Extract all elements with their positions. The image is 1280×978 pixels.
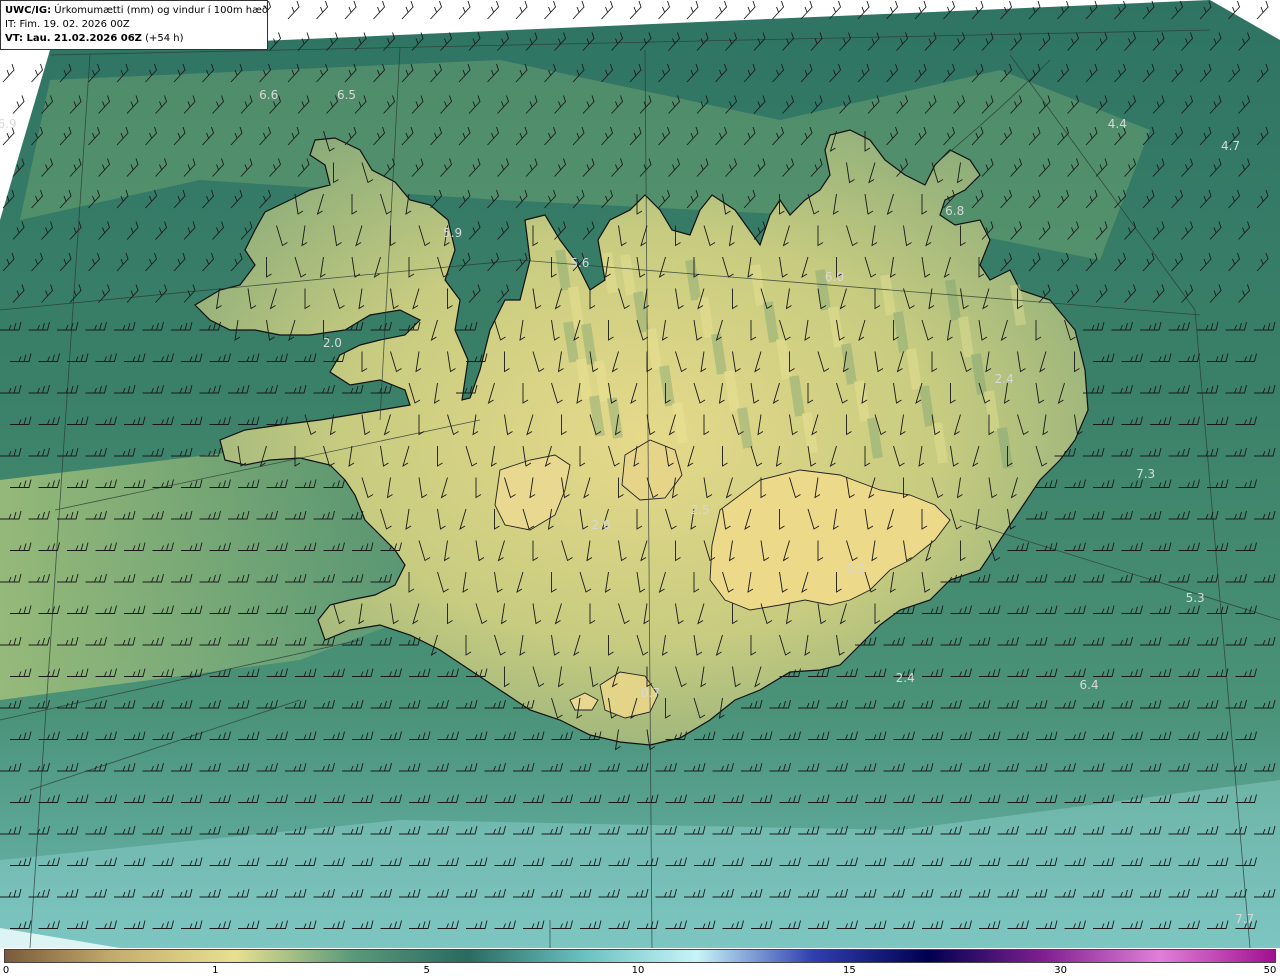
terrain-streak [984, 390, 1000, 432]
terrain-streak [646, 328, 662, 370]
terrain-streak [1010, 284, 1026, 326]
terrain-streak [763, 301, 779, 343]
terrain-streak [594, 360, 610, 402]
terrain-streak [932, 422, 948, 464]
terrain-streak [893, 311, 909, 353]
value-label: 0.5 [846, 561, 866, 576]
info-prefix: UWC/IG: [5, 5, 52, 16]
value-label: 6.8 [945, 204, 965, 219]
info-valid-time: VT: Lau. 21.02.2026 06Z [5, 33, 142, 44]
colorbar-tick-label: 10 [631, 965, 645, 976]
terrain-streak [945, 279, 961, 321]
terrain-streak [828, 306, 844, 348]
value-label: 6.4 [1079, 678, 1099, 693]
terrain-streak [576, 358, 592, 400]
map-area[interactable]: 6.9 6.6 6.5 5.9 5.6 6.0 6.8 4.4 4.7 2.4 7.3 5.3 6.4 2… [0, 0, 1280, 948]
value-label: 2.5 [690, 503, 710, 518]
terrain-streak [750, 264, 766, 306]
value-label: 2.4 [895, 671, 915, 686]
value-label: 2.0 [322, 335, 342, 350]
terrain-streak [607, 397, 623, 439]
map-canvas[interactable] [0, 0, 1280, 948]
colorbar-tick-label: 30 [1054, 965, 1068, 976]
terrain-streak [563, 321, 579, 363]
value-label: 5.6 [570, 255, 590, 270]
terrain-streak [971, 353, 987, 395]
value-label: 6.6 [259, 87, 279, 102]
terrain-streak [958, 316, 974, 358]
terrain-streak [841, 343, 857, 385]
value-label: 7.3 [1136, 467, 1156, 481]
value-label: 6.5 [336, 87, 357, 102]
terrain-streak [737, 407, 753, 449]
terrain-streak [919, 385, 935, 427]
colorbar-tick-label: 15 [842, 965, 856, 976]
terrain-streak [555, 249, 571, 291]
value-label: 6.9 [0, 116, 17, 131]
value-label: 2.4 [994, 372, 1014, 387]
info-lead-time: (+54 h) [145, 33, 184, 44]
terrain-streak [659, 365, 675, 407]
terrain-streak [867, 417, 883, 459]
value-label: 7.7 [1235, 911, 1255, 926]
value-label: 4.4 [1107, 116, 1127, 131]
info-title-row: UWC/IG: Úrkomumætti (mm) og vindur í 100… [5, 4, 268, 18]
colorbar-tick-label: 50 [1263, 965, 1277, 976]
terrain-streak [620, 254, 636, 296]
terrain-streak [672, 402, 688, 444]
value-label: 6.0 [824, 270, 845, 285]
colorbar-tick-label: 5 [423, 965, 430, 976]
info-box: UWC/IG: Úrkomumætti (mm) og vindur í 100… [0, 0, 268, 50]
colorbar-tick-label: 1 [212, 965, 219, 976]
info-title: Úrkomumætti (mm) og vindur í 100m hæð [54, 5, 269, 16]
value-label: 5.3 [1185, 590, 1205, 605]
terrain-streak [906, 348, 922, 390]
terrain-streak [698, 296, 714, 338]
info-issue-time: IT: Fim. 19. 02. 2026 00Z [5, 19, 130, 30]
value-label: 2.0 [591, 518, 611, 533]
terrain-streak [776, 338, 792, 380]
info-valid-time-row: VT: Lau. 21.02.2026 06Z (+54 h) [5, 32, 263, 46]
colorbar: 0 1 5 10 15 30 50 [0, 948, 1280, 978]
colorbar-tick-label: 0 [2, 965, 10, 976]
colorbar-strip [4, 949, 1276, 963]
terrain-streak [568, 286, 584, 328]
value-label: 4.7 [1220, 138, 1241, 153]
terrain-streak [724, 370, 740, 412]
value-label: 0.7 [641, 685, 661, 700]
terrain-streak [880, 274, 896, 316]
terrain-streak [685, 259, 701, 301]
terrain-streak [789, 375, 805, 417]
value-label: 5.9 [443, 226, 463, 241]
